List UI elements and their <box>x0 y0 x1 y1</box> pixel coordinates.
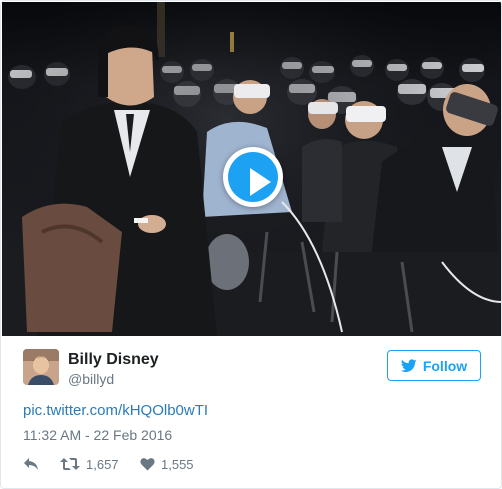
follow-label: Follow <box>422 357 468 374</box>
retweet-button[interactable]: 1,657 <box>60 454 119 474</box>
media-link[interactable]: pic.twitter.com/kHQOlb0wTI <box>23 402 208 419</box>
retweet-count: 1,657 <box>86 456 119 472</box>
play-icon <box>250 168 271 196</box>
video-thumbnail[interactable] <box>2 2 501 336</box>
avatar-image <box>23 349 59 385</box>
tweet-timestamp[interactable]: 11:32 AM - 22 Feb 2016 <box>23 427 172 443</box>
play-icon-circle <box>228 152 278 202</box>
reply-icon <box>24 458 38 470</box>
like-button[interactable]: 1,555 <box>140 454 194 474</box>
like-count: 1,555 <box>161 456 194 472</box>
follow-button[interactable]: Follow <box>387 350 481 381</box>
embedded-tweet-card: Billy Disney @billyd Follow pic.twitter.… <box>0 0 502 489</box>
bird-icon <box>400 358 417 372</box>
retweet-icon <box>60 458 80 470</box>
screen-name[interactable]: @billyd <box>68 371 114 387</box>
play-button[interactable] <box>223 147 283 207</box>
heart-icon <box>140 458 155 471</box>
avatar[interactable] <box>23 349 59 385</box>
reply-button[interactable] <box>23 454 39 474</box>
display-name[interactable]: Billy Disney <box>68 351 159 369</box>
